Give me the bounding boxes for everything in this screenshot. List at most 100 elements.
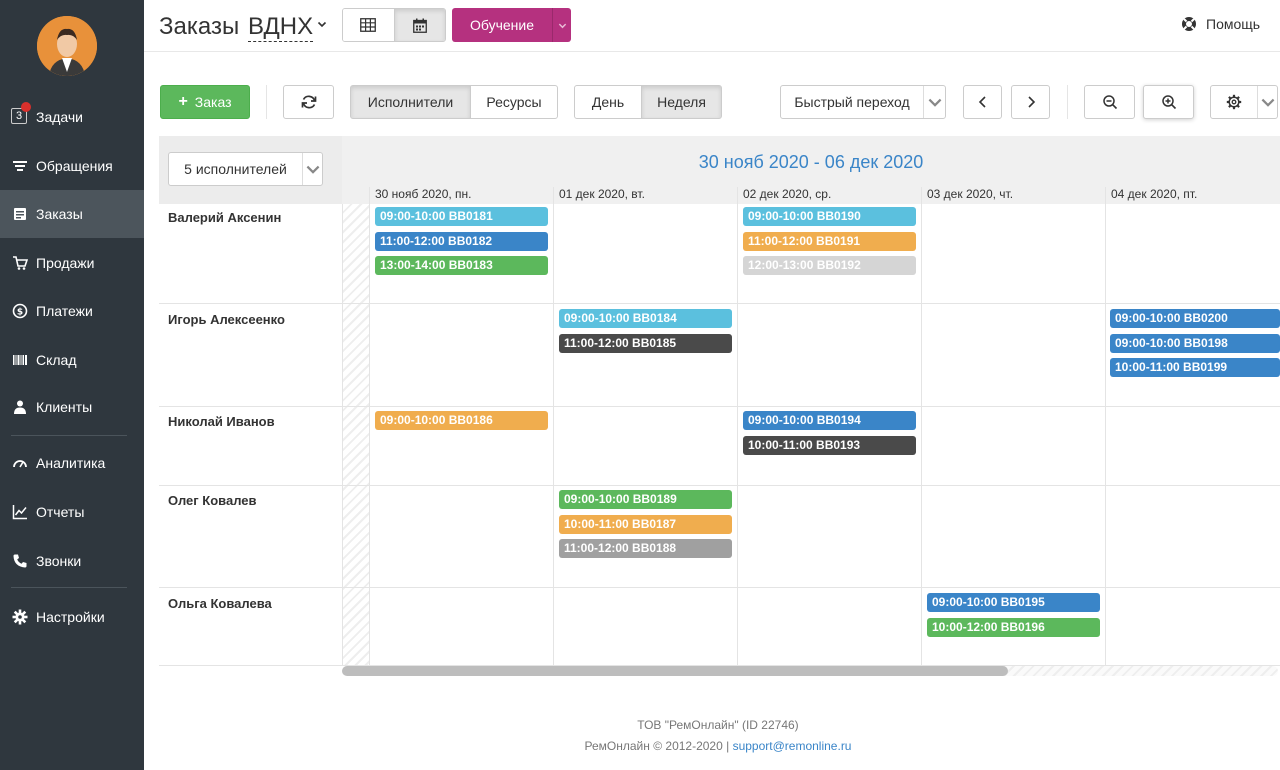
- refresh-button[interactable]: [283, 85, 334, 119]
- day-header: 30 нояб 2020, пн.: [375, 187, 472, 201]
- sidebar-item-label: Склад: [36, 352, 77, 368]
- sidebar: 3 Задачи Обращения Заказы Продажи $ Плат…: [0, 0, 144, 770]
- svg-text:$: $: [17, 308, 23, 318]
- help-label: Помощь: [1206, 16, 1261, 32]
- order-event[interactable]: 11:00-12:00 BB0188: [559, 539, 732, 558]
- footer-copyright: РемОнлайн © 2012-2020 |: [584, 739, 730, 753]
- refresh-icon: [301, 95, 316, 109]
- day-column-line: [553, 187, 554, 665]
- tab-week[interactable]: Неделя: [641, 85, 722, 119]
- sidebar-item-analytics[interactable]: Аналитика: [0, 439, 144, 487]
- barcode-icon: [11, 351, 29, 369]
- zoom-out-icon: [1102, 95, 1117, 110]
- day-column-line: [342, 204, 343, 665]
- order-event[interactable]: 09:00-10:00 BB0186: [375, 411, 548, 430]
- prev-week-button[interactable]: [963, 85, 1002, 119]
- sidebar-item-label: Настройки: [36, 609, 105, 625]
- training-button[interactable]: Обучение: [452, 8, 571, 42]
- performer-name: Игорь Алексеенко: [168, 312, 285, 327]
- order-event[interactable]: 09:00-10:00 BB0198: [1110, 334, 1280, 353]
- sidebar-item-label: Звонки: [36, 553, 82, 569]
- tab-week-label: Неделя: [657, 94, 706, 110]
- hatched-column: [343, 204, 369, 665]
- tab-resources[interactable]: Ресурсы: [470, 85, 558, 119]
- chevron-down-icon[interactable]: [317, 16, 327, 34]
- phone-icon: [11, 552, 29, 570]
- table-view-button[interactable]: [343, 9, 394, 41]
- toolbar-divider: [266, 85, 267, 119]
- chevron-right-icon: [1027, 96, 1035, 108]
- chevron-down-icon: [923, 86, 945, 118]
- order-event[interactable]: 12:00-13:00 BB0192: [743, 256, 916, 275]
- new-order-label: Заказ: [194, 94, 232, 110]
- settings-dropdown[interactable]: [1210, 85, 1278, 119]
- row-line: [159, 587, 1280, 588]
- avatar[interactable]: [37, 16, 97, 76]
- quick-jump-dropdown[interactable]: Быстрый переход: [780, 85, 946, 119]
- order-event[interactable]: 13:00-14:00 BB0183: [375, 256, 548, 275]
- day-header: 02 дек 2020, ср.: [743, 187, 832, 201]
- order-event[interactable]: 10:00-11:00 BB0193: [743, 436, 916, 455]
- sidebar-item-calls[interactable]: Звонки: [0, 537, 144, 585]
- row-line: [159, 303, 1280, 304]
- order-event[interactable]: 09:00-10:00 BB0190: [743, 207, 916, 226]
- order-event[interactable]: 09:00-10:00 BB0194: [743, 411, 916, 430]
- sidebar-item-settings[interactable]: Настройки: [0, 593, 144, 641]
- day-column-line: [1105, 187, 1106, 665]
- zoom-out-button[interactable]: [1084, 85, 1135, 119]
- scrollbar-thumb[interactable]: [342, 666, 1008, 676]
- performer-name: Ольга Ковалева: [168, 596, 272, 611]
- day-header: 03 дек 2020, чт.: [927, 187, 1014, 201]
- calendar-view-button[interactable]: [393, 9, 445, 41]
- sidebar-divider: [11, 435, 127, 436]
- order-event[interactable]: 11:00-12:00 BB0182: [375, 232, 548, 251]
- chevron-down-icon: [1257, 86, 1277, 118]
- horizontal-scrollbar[interactable]: [342, 666, 1278, 676]
- page-title: Заказы: [159, 13, 240, 40]
- sidebar-item-requests[interactable]: Обращения: [0, 142, 144, 190]
- view-switcher: [342, 8, 446, 42]
- day-column-line: [737, 187, 738, 665]
- tab-performers[interactable]: Исполнители: [350, 85, 471, 119]
- training-label: Обучение: [469, 17, 535, 33]
- sidebar-item-label: Аналитика: [36, 455, 106, 471]
- order-event[interactable]: 09:00-10:00 BB0200: [1110, 309, 1280, 328]
- date-range-title: 30 нояб 2020 - 06 дек 2020: [698, 152, 924, 172]
- order-event[interactable]: 11:00-12:00 BB0185: [559, 334, 732, 353]
- notification-dot: [21, 102, 31, 112]
- tab-day[interactable]: День: [574, 85, 642, 119]
- sidebar-item-tasks[interactable]: 3 Задачи: [0, 93, 144, 141]
- location-selector[interactable]: ВДНХ: [248, 13, 314, 42]
- location-label: ВДНХ: [248, 13, 314, 40]
- order-event[interactable]: 10:00-12:00 BB0196: [927, 618, 1100, 637]
- sidebar-item-clients[interactable]: Клиенты: [0, 383, 144, 431]
- order-event[interactable]: 10:00-11:00 BB0187: [559, 515, 732, 534]
- top-bar: Заказы ВДНХ Обучение Помощь: [144, 0, 1280, 52]
- next-week-button[interactable]: [1011, 85, 1050, 119]
- performer-name: Валерий Аксенин: [168, 210, 282, 225]
- order-event[interactable]: 10:00-11:00 BB0199: [1110, 358, 1280, 377]
- sidebar-item-label: Продажи: [36, 255, 95, 271]
- zoom-in-button[interactable]: [1143, 85, 1194, 119]
- tab-day-label: День: [591, 94, 625, 110]
- orders-icon: [11, 205, 29, 223]
- sidebar-item-warehouse[interactable]: Склад: [0, 336, 144, 384]
- sidebar-item-sales[interactable]: Продажи: [0, 239, 144, 287]
- order-event[interactable]: 11:00-12:00 BB0191: [743, 232, 916, 251]
- order-event[interactable]: 09:00-10:00 BB0195: [927, 593, 1100, 612]
- help-link[interactable]: Помощь: [1181, 16, 1260, 32]
- dollar-circle-icon: $: [11, 302, 29, 320]
- order-event[interactable]: 09:00-10:00 BB0181: [375, 207, 548, 226]
- line-chart-icon: [11, 503, 29, 521]
- new-order-button[interactable]: + Заказ: [160, 85, 250, 119]
- chevron-left-icon: [978, 96, 986, 108]
- zoom-in-icon: [1161, 95, 1176, 110]
- order-event[interactable]: 09:00-10:00 BB0184: [559, 309, 732, 328]
- order-event[interactable]: 09:00-10:00 BB0189: [559, 490, 732, 509]
- sidebar-item-payments[interactable]: $ Платежи: [0, 287, 144, 335]
- performers-filter-dropdown[interactable]: 5 исполнителей: [168, 152, 323, 186]
- support-email-link[interactable]: support@remonline.ru: [733, 739, 852, 753]
- row-line: [159, 485, 1280, 486]
- sidebar-item-reports[interactable]: Отчеты: [0, 488, 144, 536]
- sidebar-item-orders[interactable]: Заказы: [0, 190, 144, 238]
